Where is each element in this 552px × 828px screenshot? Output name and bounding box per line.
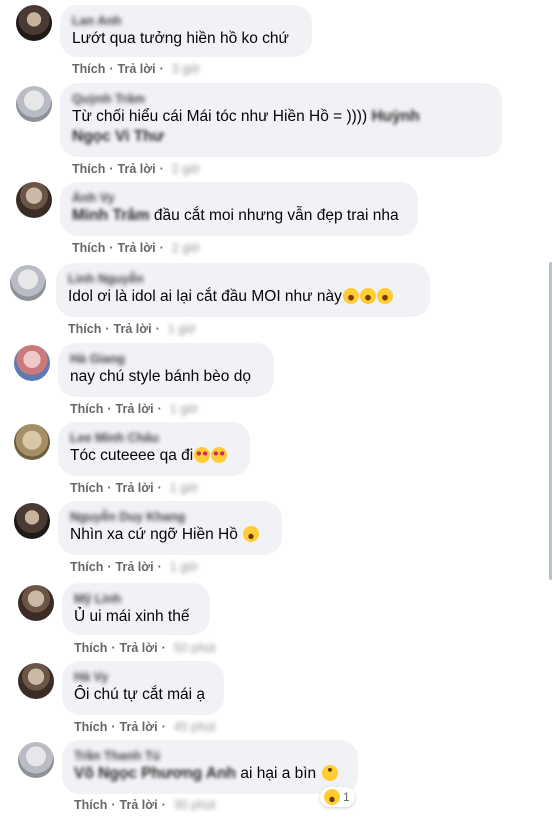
comment-bubble: Linh Nguyễn Idol ơi là idol ai lại cắt đ… bbox=[56, 263, 430, 317]
avatar[interactable] bbox=[14, 345, 50, 381]
commenter-name[interactable]: Quỳnh Trâm bbox=[72, 91, 490, 107]
reply-button[interactable]: Trả lời bbox=[120, 641, 158, 655]
commenter-name[interactable]: Mỹ Linh bbox=[74, 591, 198, 607]
commenter-name[interactable]: Hà Vy bbox=[74, 669, 212, 685]
like-button[interactable]: Thích bbox=[74, 720, 107, 734]
comment-text: Minh Trâm đầu cắt moi nhưng vẫn đẹp trai… bbox=[72, 207, 399, 224]
like-button[interactable]: Thích bbox=[72, 162, 105, 176]
comment-actions: Thích · Trả lời · 2 giờ bbox=[72, 241, 201, 255]
comment-bubble: Quỳnh Trâm Từ chối hiểu cái Mái tóc như … bbox=[60, 83, 502, 157]
like-button[interactable]: Thích bbox=[70, 402, 103, 416]
comment-text: Tóc cuteeee qa đi bbox=[70, 446, 238, 466]
comment-text: Từ chối hiểu cái Mái tóc như Hiền Hồ = )… bbox=[72, 108, 420, 125]
avatar[interactable] bbox=[18, 585, 54, 621]
comment-bubble: Hà Giang nay chú style bánh bèo dọ bbox=[58, 343, 274, 397]
timestamp[interactable]: 30 phút bbox=[174, 798, 216, 812]
comment-actions: Thích · Trả lời · 50 phút bbox=[74, 641, 216, 655]
like-button[interactable]: Thích bbox=[68, 322, 101, 336]
reply-button[interactable]: Trả lời bbox=[116, 560, 154, 574]
timestamp[interactable]: 1 giờ bbox=[170, 402, 198, 416]
reply-button[interactable]: Trả lời bbox=[120, 720, 158, 734]
reply-button[interactable]: Trả lời bbox=[118, 162, 156, 176]
avatar[interactable] bbox=[16, 182, 52, 218]
comment-bubble: Nguyễn Duy Khang Nhìn xa cứ ngỡ Hiền Hồ bbox=[58, 501, 282, 555]
mention-link[interactable]: Võ Ngọc Phương Anh bbox=[74, 765, 236, 782]
mention-link[interactable]: Huỳnh bbox=[371, 108, 419, 125]
like-button[interactable]: Thích bbox=[70, 560, 103, 574]
comment-text: Võ Ngọc Phương Anh ai hại a bìn bbox=[74, 764, 346, 784]
grinning-squinting-face-icon bbox=[243, 526, 260, 542]
timestamp[interactable]: 45 phút bbox=[174, 720, 216, 734]
comment-text: Ủ ui mái xinh thế bbox=[74, 608, 190, 625]
avatar[interactable] bbox=[14, 503, 50, 539]
reply-button[interactable]: Trả lời bbox=[116, 402, 154, 416]
comment-text: Nhìn xa cứ ngỡ Hiền Hồ bbox=[70, 525, 270, 545]
smiling-face-with-hearts-icon bbox=[211, 447, 228, 463]
avatar[interactable] bbox=[16, 86, 52, 122]
comment-actions: Thích · Trả lời · 1 giờ bbox=[70, 481, 199, 495]
timestamp[interactable]: 1 giờ bbox=[170, 560, 198, 574]
like-button[interactable]: Thích bbox=[74, 641, 107, 655]
comment-text-line2: Ngọc Vi Thư bbox=[72, 127, 490, 147]
timestamp[interactable]: 2 giờ bbox=[172, 162, 200, 176]
avatar[interactable] bbox=[16, 5, 52, 41]
timestamp[interactable]: 1 giờ bbox=[168, 322, 196, 336]
timestamp[interactable]: 2 giờ bbox=[172, 241, 200, 255]
commenter-name[interactable]: Hà Giang bbox=[70, 351, 262, 367]
comment-actions: Thích · Trả lời · 2 giờ bbox=[72, 162, 201, 176]
comment-bubble: Lee Minh Châu Tóc cuteeee qa đi bbox=[58, 422, 250, 476]
mention-link[interactable]: Minh Trâm bbox=[72, 207, 150, 224]
comment-text: Lướt qua tưởng hiền hồ ko chứ bbox=[72, 30, 289, 47]
mention-link[interactable]: Ngọc Vi Thư bbox=[72, 128, 164, 145]
comment-actions: Thích · Trả lời · 30 phút bbox=[74, 798, 216, 812]
comment-actions: Thích · Trả lời · 1 giờ bbox=[68, 322, 197, 336]
reply-button[interactable]: Trả lời bbox=[120, 798, 158, 812]
commenter-name[interactable]: Lee Minh Châu bbox=[70, 430, 238, 446]
upside-down-face-icon bbox=[321, 765, 338, 781]
like-button[interactable]: Thích bbox=[74, 798, 107, 812]
like-button[interactable]: Thích bbox=[72, 62, 105, 76]
timestamp[interactable]: 1 giờ bbox=[170, 481, 198, 495]
reply-button[interactable]: Trả lời bbox=[118, 62, 156, 76]
avatar[interactable] bbox=[18, 663, 54, 699]
comment-actions: Thích · Trả lời · 45 phút bbox=[74, 720, 216, 734]
commenter-name[interactable]: Lan Anh bbox=[72, 13, 300, 29]
comment-bubble: Hà Vy Ôi chú tự cắt mái ạ bbox=[62, 661, 224, 715]
like-button[interactable]: Thích bbox=[72, 241, 105, 255]
reply-button[interactable]: Trả lời bbox=[116, 481, 154, 495]
comment-text: Ôi chú tự cắt mái ạ bbox=[74, 686, 205, 703]
comment-bubble: Lan Anh Lướt qua tưởng hiền hồ ko chứ bbox=[60, 5, 312, 57]
timestamp[interactable]: 50 phút bbox=[174, 641, 216, 655]
commenter-name[interactable]: Trần Thanh Tú bbox=[74, 748, 346, 764]
avatar[interactable] bbox=[10, 265, 46, 301]
comment-bubble: Trần Thanh Tú Võ Ngọc Phương Anh ai hại … bbox=[62, 740, 358, 794]
commenter-name[interactable]: Linh Nguyễn bbox=[68, 271, 418, 287]
smiling-face-with-hearts-icon bbox=[194, 447, 211, 463]
comment-bubble: Mỹ Linh Ủ ui mái xinh thế bbox=[62, 583, 210, 635]
grinning-squinting-face-icon bbox=[324, 789, 340, 805]
comment-actions: Thích · Trả lời · 3 giờ bbox=[72, 62, 201, 76]
reply-button[interactable]: Trả lời bbox=[118, 241, 156, 255]
reply-button[interactable]: Trả lời bbox=[114, 322, 152, 336]
rolling-on-floor-laughing-icon bbox=[342, 288, 359, 304]
comment-actions: Thích · Trả lời · 1 giờ bbox=[70, 402, 199, 416]
avatar[interactable] bbox=[14, 424, 50, 460]
comment-actions: Thích · Trả lời · 1 giờ bbox=[70, 560, 199, 574]
reaction-count[interactable]: 1 bbox=[320, 787, 355, 807]
like-button[interactable]: Thích bbox=[70, 481, 103, 495]
rolling-on-floor-laughing-icon bbox=[359, 288, 376, 304]
comment-text: Idol ơi là idol ai lại cắt đầu MOI như n… bbox=[68, 287, 418, 307]
avatar[interactable] bbox=[18, 742, 54, 778]
timestamp[interactable]: 3 giờ bbox=[172, 62, 200, 76]
commenter-name[interactable]: Ánh Vy bbox=[72, 190, 406, 206]
comment-text: nay chú style bánh bèo dọ bbox=[70, 368, 251, 385]
commenter-name[interactable]: Nguyễn Duy Khang bbox=[70, 509, 270, 525]
comment-bubble: Ánh Vy Minh Trâm đầu cắt moi nhưng vẫn đ… bbox=[60, 182, 418, 236]
rolling-on-floor-laughing-icon bbox=[376, 288, 393, 304]
